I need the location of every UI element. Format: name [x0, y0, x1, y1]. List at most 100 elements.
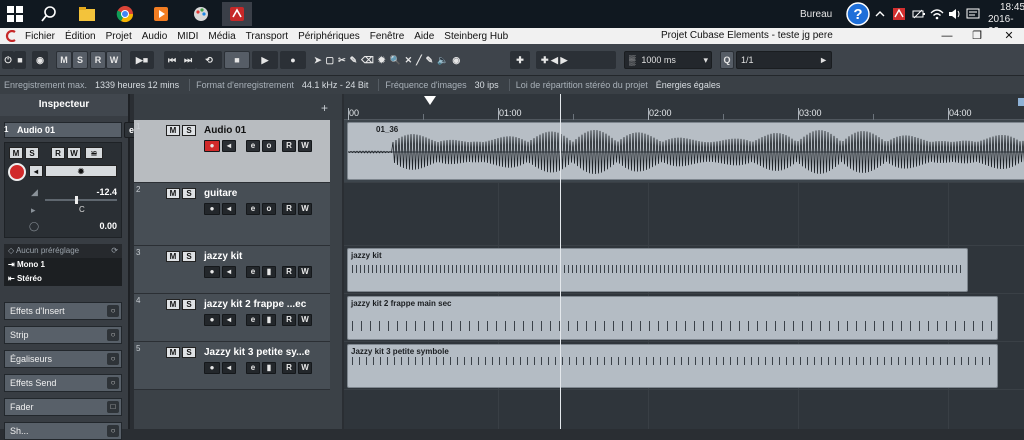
menu-steinberg-hub[interactable]: Steinberg Hub	[439, 31, 513, 42]
track-write-button[interactable]: W	[298, 266, 312, 278]
pencil-tool-icon[interactable]: ✎	[426, 55, 434, 66]
chevron-up-icon[interactable]	[874, 0, 886, 28]
pointer-tool-icon[interactable]: ➤	[314, 55, 322, 66]
section-more[interactable]: Sh... ○	[4, 422, 122, 440]
track-name[interactable]: Audio 01	[204, 125, 246, 136]
nudge-controls[interactable]: ✚ ◀ ▶	[536, 51, 616, 69]
track-write-button[interactable]: W	[298, 203, 312, 215]
track-write-button[interactable]: W	[298, 314, 312, 326]
inspector-solo-button[interactable]: S	[25, 147, 39, 159]
lane-jazzy-kit[interactable]: jazzy kit	[344, 246, 1024, 294]
restore-icon[interactable]: ❐	[962, 28, 992, 44]
track-write-button[interactable]: W	[298, 362, 312, 374]
lane-audio-01[interactable]: 01_36	[344, 120, 1024, 183]
pan-law-label[interactable]: Loi de répartition stéréo du projet	[516, 80, 648, 90]
track-record-button[interactable]: ●	[204, 266, 220, 278]
write-all-button[interactable]: W	[106, 51, 122, 69]
section-insert-effects[interactable]: Effets d'Insert ○	[4, 302, 122, 320]
menu-transport[interactable]: Transport	[241, 31, 293, 42]
go-to-end-icon[interactable]: ⏭	[180, 51, 196, 69]
track-row[interactable]: 4 M S jazzy kit 2 frappe ...ec ● ◂ e ▮ R…	[134, 294, 330, 342]
split-tool-icon[interactable]: ✂	[338, 55, 346, 66]
menu-fenetre[interactable]: Fenêtre	[365, 31, 409, 42]
inspector-write-button[interactable]: W	[67, 147, 81, 159]
input-routing[interactable]: ⇥ Mono 1	[4, 258, 122, 272]
track-edit-icon[interactable]: e	[246, 362, 260, 374]
paint-icon[interactable]	[186, 2, 216, 26]
track-read-button[interactable]: R	[282, 314, 296, 326]
track-row[interactable]: 2 M S guitare ● ◂ e o R W	[134, 183, 330, 246]
search-icon[interactable]	[34, 2, 64, 26]
mute-all-button[interactable]: M	[56, 51, 72, 69]
track-read-button[interactable]: R	[282, 266, 296, 278]
track-edit-icon[interactable]: e	[246, 140, 260, 152]
volume-icon[interactable]	[948, 0, 962, 28]
refresh-icon[interactable]: ⟳	[111, 244, 118, 258]
inspector-record-button[interactable]	[8, 163, 26, 181]
chrome-icon[interactable]	[110, 2, 140, 26]
track-record-button[interactable]: ●	[204, 362, 220, 374]
antivirus-icon[interactable]	[892, 0, 906, 28]
track-name[interactable]: Jazzy kit 3 petite sy...e	[204, 347, 310, 358]
track-solo-button[interactable]: S	[182, 188, 196, 199]
track-lock-icon[interactable]: o	[262, 140, 276, 152]
inspector-monitor-icon[interactable]: ◂	[29, 165, 43, 177]
midi-event[interactable]: Jazzy kit 3 petite symbole	[347, 344, 998, 388]
section-strip[interactable]: Strip ○	[4, 326, 122, 344]
close-icon[interactable]: ✕	[994, 28, 1024, 44]
output-routing[interactable]: ⇤ Stéréo	[4, 272, 122, 286]
track-row[interactable]: 5 M S Jazzy kit 3 petite sy...e ● ◂ e ▮ …	[134, 342, 330, 390]
power-icon[interactable]: ⏻	[2, 51, 14, 69]
track-keyboard-icon[interactable]: ▮	[262, 362, 276, 374]
draw-tool-icon[interactable]: ✎	[350, 55, 358, 66]
track-edit-icon[interactable]: e	[246, 203, 260, 215]
track-monitor-icon[interactable]: ◂	[222, 140, 236, 152]
inspector-read-button[interactable]: R	[51, 147, 65, 159]
track-name[interactable]: jazzy kit 2 frappe ...ec	[204, 299, 306, 310]
frame-rate-label[interactable]: Fréquence d'images	[385, 80, 466, 90]
track-write-button[interactable]: W	[298, 140, 312, 152]
menu-aide[interactable]: Aide	[409, 31, 439, 42]
zoom-tool-icon[interactable]: 🔍	[389, 55, 400, 66]
midi-event[interactable]: jazzy kit	[347, 248, 968, 292]
quantize-q-button[interactable]: Q	[720, 51, 734, 69]
frame-rate-value[interactable]: 30 ips	[475, 80, 499, 90]
menu-projet[interactable]: Projet	[101, 31, 137, 42]
track-keyboard-icon[interactable]: ▮	[262, 266, 276, 278]
glue-tool-icon[interactable]: ✹	[378, 55, 386, 66]
track-edit-icon[interactable]: e	[246, 314, 260, 326]
record-button[interactable]: ●	[280, 51, 306, 69]
delay-value[interactable]: 0.00	[99, 221, 117, 231]
quantize-length-field[interactable]: ▒ 1000 ms ▾	[624, 51, 712, 69]
track-row[interactable]: 1 M S Audio 01 ● ◂ e o R W	[134, 120, 330, 183]
track-record-button[interactable]: ●	[204, 314, 220, 326]
track-mute-button[interactable]: M	[166, 125, 180, 136]
record-format-value[interactable]: 44.1 kHz - 24 Bit	[302, 80, 369, 90]
snap-icon[interactable]: ✚	[510, 51, 530, 69]
menu-midi[interactable]: MIDI	[172, 31, 203, 42]
autoscroll-icon[interactable]: ▶■	[130, 51, 154, 69]
track-monitor-icon[interactable]: ◂	[222, 362, 236, 374]
audio-event[interactable]: 01_36	[347, 122, 1024, 180]
color-tool-icon[interactable]: ◉	[452, 55, 460, 66]
grid-value-field[interactable]: 1/1 ►	[736, 51, 832, 69]
track-record-button[interactable]: ●	[204, 140, 220, 152]
track-read-button[interactable]: R	[282, 203, 296, 215]
section-toggle-icon[interactable]: ○	[107, 425, 119, 437]
mute-tool-icon[interactable]: ✕	[405, 55, 413, 66]
track-solo-button[interactable]: S	[182, 347, 196, 358]
cubase-icon[interactable]	[222, 2, 252, 26]
section-toggle-icon[interactable]: ○	[107, 377, 119, 389]
line-tool-icon[interactable]: ╱	[416, 55, 421, 66]
inspector-track-header[interactable]: 1 Audio 01 e	[4, 122, 139, 138]
left-locator-marker[interactable]	[424, 96, 436, 105]
volume-value[interactable]: -12.4	[96, 187, 117, 197]
track-mute-button[interactable]: M	[166, 347, 180, 358]
menu-media[interactable]: Média	[203, 31, 240, 42]
pan-law-value[interactable]: Énergies égales	[656, 80, 721, 90]
file-explorer-icon[interactable]	[72, 2, 102, 26]
lane-jazzy-kit-2[interactable]: jazzy kit 2 frappe main sec	[344, 294, 1024, 342]
start-icon[interactable]	[0, 2, 30, 26]
go-to-start-icon[interactable]: ⏮	[164, 51, 180, 69]
notification-icon[interactable]	[966, 0, 980, 28]
